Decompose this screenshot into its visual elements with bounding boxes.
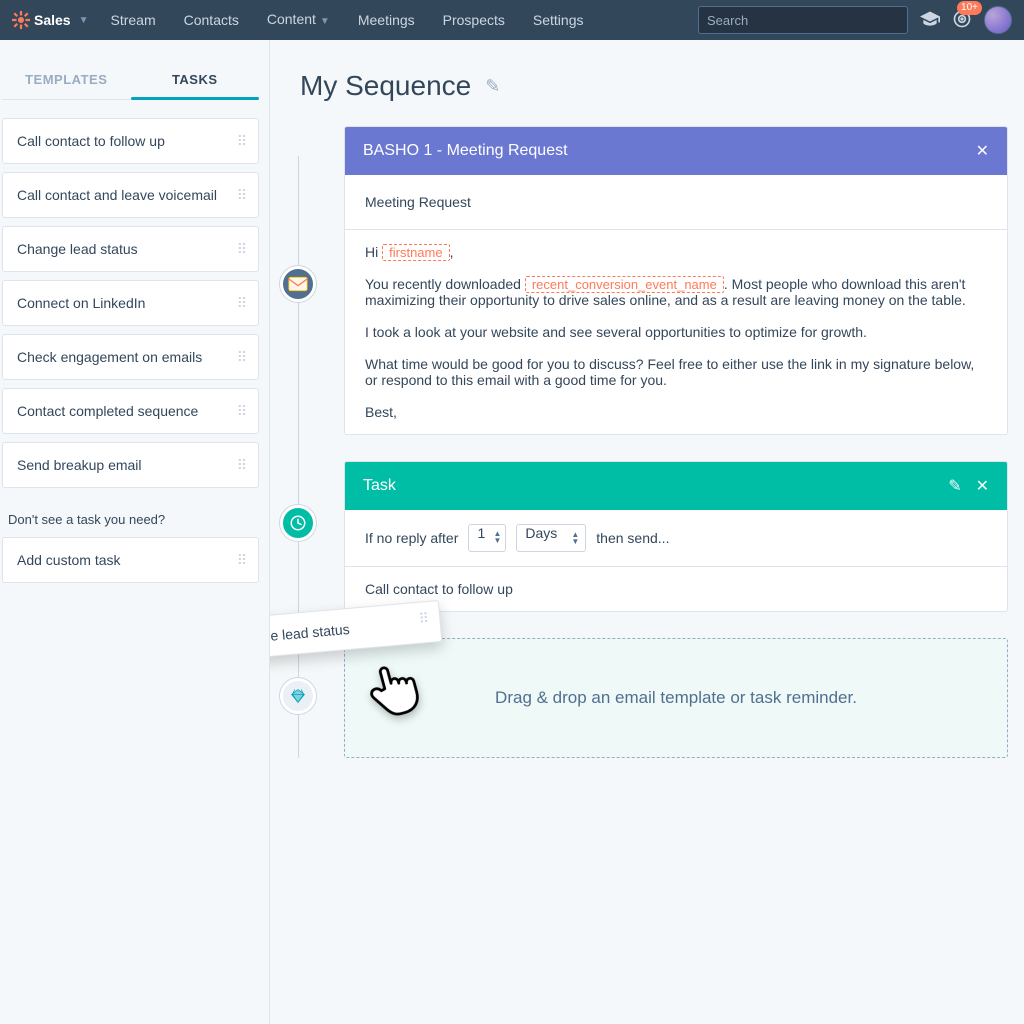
timeline-node-task-icon [280, 505, 316, 541]
chevron-down-icon: ▼ [79, 15, 89, 26]
delay-unit-select[interactable]: Days ▲▼ [516, 524, 586, 552]
nav-item-stream[interactable]: Stream [97, 0, 170, 40]
nav-item-contacts[interactable]: Contacts [170, 0, 253, 40]
stepper-arrows-icon: ▲▼ [493, 530, 501, 544]
page-title: My Sequence ✎ [300, 70, 1008, 102]
tab-tasks[interactable]: TASKS [131, 60, 260, 99]
sprocket-icon [12, 11, 30, 29]
merge-token-firstname[interactable]: firstname [382, 244, 449, 261]
grip-icon: ⠿ [237, 556, 244, 564]
chevron-down-icon: ▼ [320, 16, 330, 27]
task-card-body: Call contact to follow up [345, 566, 1007, 611]
timeline-line [298, 156, 299, 758]
email-body: Hi firstname, You recently downloaded re… [345, 229, 1007, 434]
email-subject: Meeting Request [345, 175, 1007, 229]
email-step-card: BASHO 1 - Meeting Request ✕ Meeting Requ… [344, 126, 1008, 435]
tab-templates[interactable]: TEMPLATES [2, 60, 131, 99]
merge-token-event[interactable]: recent_conversion_event_name [525, 276, 724, 293]
search-input[interactable] [698, 6, 908, 34]
task-delay-row: If no reply after 1 ▲▼ Days ▲▼ then send… [345, 510, 1007, 566]
close-icon[interactable]: ✕ [976, 141, 989, 161]
grip-icon: ⠿ [237, 299, 244, 307]
brand-label: Sales [34, 12, 71, 28]
task-step-card: Task ✎ ✕ If no reply after 1 ▲▼ Days [344, 461, 1008, 612]
main-panel: My Sequence ✎ BASHO 1 - Meeting Request … [270, 40, 1024, 1024]
edit-icon[interactable]: ✎ [948, 476, 961, 496]
avatar[interactable] [984, 6, 1012, 34]
grip-icon: ⠿ [237, 353, 244, 361]
notification-badge: 10+ [957, 1, 982, 15]
custom-task-prompt: Don't see a task you need? [8, 512, 259, 527]
nav-item-settings[interactable]: Settings [519, 0, 598, 40]
grip-icon: ⠿ [237, 407, 244, 415]
grip-icon: ⠿ [237, 461, 244, 469]
task-item[interactable]: Send breakup email⠿ [2, 442, 259, 488]
timeline-node-placeholder-icon [280, 678, 316, 714]
add-custom-task-button[interactable]: Add custom task⠿ [2, 537, 259, 583]
task-item[interactable]: Call contact and leave voicemail⠿ [2, 172, 259, 218]
sidebar: TEMPLATES TASKS Call contact to follow u… [0, 40, 270, 1024]
top-nav: Sales ▼ Stream Contacts Content▼ Meeting… [0, 0, 1024, 40]
delay-count-stepper[interactable]: 1 ▲▼ [468, 524, 506, 552]
task-item[interactable]: Check engagement on emails⠿ [2, 334, 259, 380]
grip-icon: ⠿ [237, 191, 244, 199]
close-icon[interactable]: ✕ [976, 476, 989, 496]
nav-item-content[interactable]: Content▼ [253, 0, 344, 42]
nav-item-prospects[interactable]: Prospects [429, 0, 519, 40]
task-item[interactable]: Connect on LinkedIn⠿ [2, 280, 259, 326]
edit-title-icon[interactable]: ✎ [485, 76, 500, 97]
brand-menu[interactable]: Sales ▼ [12, 11, 89, 29]
select-arrows-icon: ▲▼ [571, 531, 579, 545]
academy-icon[interactable] [920, 11, 940, 30]
task-item[interactable]: Contact completed sequence⠿ [2, 388, 259, 434]
email-card-header: BASHO 1 - Meeting Request ✕ [345, 127, 1007, 175]
grip-icon: ⠿ [418, 614, 429, 623]
sequence-dropzone[interactable]: Drag & drop an email template or task re… [344, 638, 1008, 758]
task-card-header: Task ✎ ✕ [345, 462, 1007, 510]
timeline-node-email-icon [280, 266, 316, 302]
notifications-icon[interactable]: 10+ [952, 9, 972, 32]
task-item[interactable]: Change lead status⠿ [2, 226, 259, 272]
task-list: Call contact to follow up⠿ Call contact … [2, 118, 259, 488]
grip-icon: ⠿ [237, 245, 244, 253]
nav-item-meetings[interactable]: Meetings [344, 0, 429, 40]
grip-icon: ⠿ [237, 137, 244, 145]
task-item[interactable]: Call contact to follow up⠿ [2, 118, 259, 164]
